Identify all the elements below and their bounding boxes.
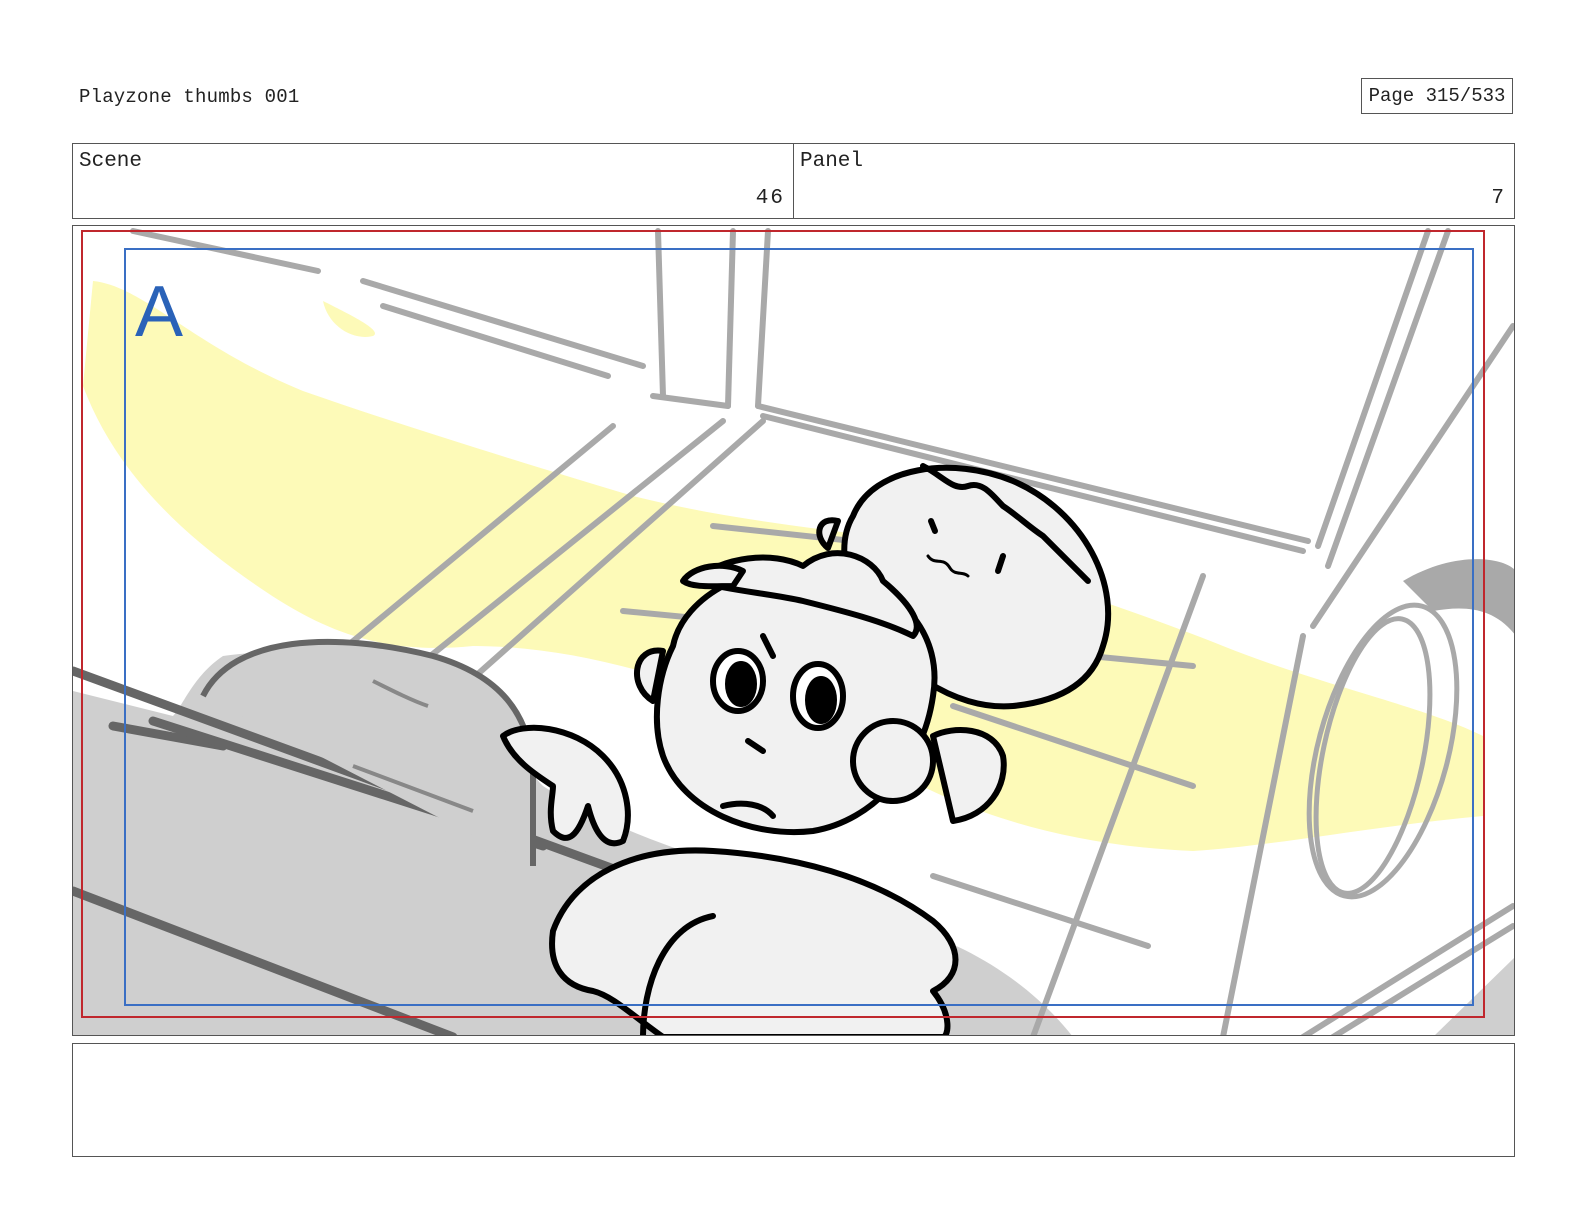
boy-pupil-left [725,661,757,707]
scene-panel-row: Scene 46 Panel 7 [72,143,1515,219]
document-title: Playzone thumbs 001 [79,86,300,108]
panel-number: 7 [1491,187,1506,210]
baby-eye-left [928,518,938,534]
action-notes-box [72,1043,1515,1157]
scene-label: Scene [79,150,143,173]
frame-marker: A [135,272,183,352]
panel-label: Panel [800,150,864,173]
baby-fist [850,718,936,804]
page-indicator: Page 315/533 [1361,78,1513,114]
light-wash-top [323,301,375,337]
boy-pupil-right [805,676,837,724]
corner-shadow [1403,559,1514,634]
panel-drawing: A [73,228,1514,1035]
scene-number: 46 [755,187,785,210]
storyboard-panel: A [72,225,1515,1036]
panel-cell: Panel 7 [793,144,1514,218]
scene-cell: Scene 46 [73,144,793,218]
